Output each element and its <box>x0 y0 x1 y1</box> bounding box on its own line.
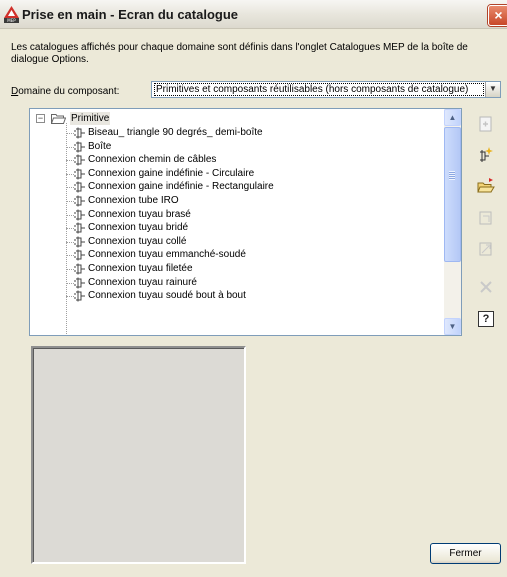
component-icon <box>74 209 85 221</box>
scroll-thumb[interactable] <box>444 127 461 262</box>
window-title: Prise en main - Ecran du catalogue <box>22 7 239 22</box>
tree-item-label: Connexion tuyau bridé <box>88 222 189 234</box>
title-bar[interactable]: MEP Prise en main - Ecran du catalogue × <box>0 0 507 29</box>
component-icon <box>74 168 85 180</box>
catalog-dialog: MEP Prise en main - Ecran du catalogue ×… <box>0 0 507 577</box>
new-part-icon <box>479 116 492 132</box>
scroll-up-icon[interactable]: ▲ <box>444 109 461 126</box>
close-button[interactable]: × <box>488 5 507 26</box>
open-folder-button[interactable] <box>474 174 498 198</box>
component-icon <box>74 141 85 153</box>
component-icon <box>74 263 85 275</box>
open-folder-icon <box>51 114 66 124</box>
tree-node-label: Primitive <box>70 112 111 125</box>
open-folder-icon <box>477 178 495 193</box>
edit-part-button[interactable] <box>474 206 498 230</box>
scroll-down-icon[interactable]: ▼ <box>444 318 461 335</box>
tree-item-label: Biseau_ triangle 90 degrés_ demi-boîte <box>88 127 263 138</box>
component-icon <box>74 195 85 207</box>
description-text: Les catalogues affichés pour chaque doma… <box>11 42 468 65</box>
tree-item-label: Connexion gaine indéfinie - Rectangulair… <box>88 181 274 193</box>
component-icon <box>74 236 85 248</box>
add-component-button[interactable] <box>474 143 498 167</box>
component-icon <box>74 127 85 139</box>
tree-item-label: Boîte <box>88 140 112 152</box>
component-icon <box>74 181 85 193</box>
help-button[interactable]: ? <box>474 307 498 331</box>
collapse-icon[interactable]: − <box>36 114 45 123</box>
domain-label-text: omaine du composant: <box>18 86 120 97</box>
tree-item-label: Connexion tuyau soudé bout à bout <box>88 290 246 302</box>
component-icon <box>74 277 85 289</box>
tree-item-label: Connexion tuyau rainuré <box>88 276 197 288</box>
tree-content: − Primitive Biseau_ triangle 90 degrés_ … <box>30 109 445 335</box>
help-glyph: ? <box>482 313 490 325</box>
tree-item-label: Connexion tuyau emmanché-soudé <box>88 249 246 261</box>
delete-icon <box>480 281 492 293</box>
add-component-icon <box>480 147 493 162</box>
tree-item-label: Connexion gaine indéfinie - Circulaire <box>88 167 255 179</box>
tree-item-label: Connexion chemin de câbles <box>88 154 217 166</box>
preview-pane <box>31 346 246 564</box>
delete-button[interactable] <box>474 275 498 299</box>
tree-guide-line <box>66 123 67 335</box>
copy-part-icon <box>479 242 492 256</box>
chevron-down-icon[interactable]: ▼ <box>485 82 500 97</box>
scroll-grip-icon <box>449 171 455 180</box>
domain-select[interactable]: Primitives et composants réutilisables (… <box>151 81 501 98</box>
copy-part-button[interactable] <box>474 237 498 261</box>
edit-part-icon <box>479 211 492 225</box>
component-icon <box>74 249 85 261</box>
close-dialog-button[interactable]: Fermer <box>430 543 501 564</box>
svg-text:MEP: MEP <box>7 18 16 23</box>
component-icon <box>74 290 85 302</box>
tree-scrollbar[interactable]: ▲ ▼ <box>444 109 461 335</box>
catalog-tree[interactable]: − Primitive Biseau_ triangle 90 degrés_ … <box>29 108 462 336</box>
tree-item-label: Connexion tube IRO <box>88 195 179 206</box>
domain-label: Domaine du composant: <box>11 86 119 97</box>
tree-item-label: Connexion tuyau brasé <box>88 208 191 220</box>
new-part-button[interactable] <box>474 112 498 136</box>
domain-select-value: Primitives et composants réutilisables (… <box>154 83 484 96</box>
tree-item-label: Connexion tuyau collé <box>88 235 187 247</box>
component-icon <box>74 222 85 234</box>
tree-item-label: Connexion tuyau filetée <box>88 263 193 274</box>
autocad-mep-icon: MEP <box>4 6 19 23</box>
component-icon <box>74 154 85 166</box>
